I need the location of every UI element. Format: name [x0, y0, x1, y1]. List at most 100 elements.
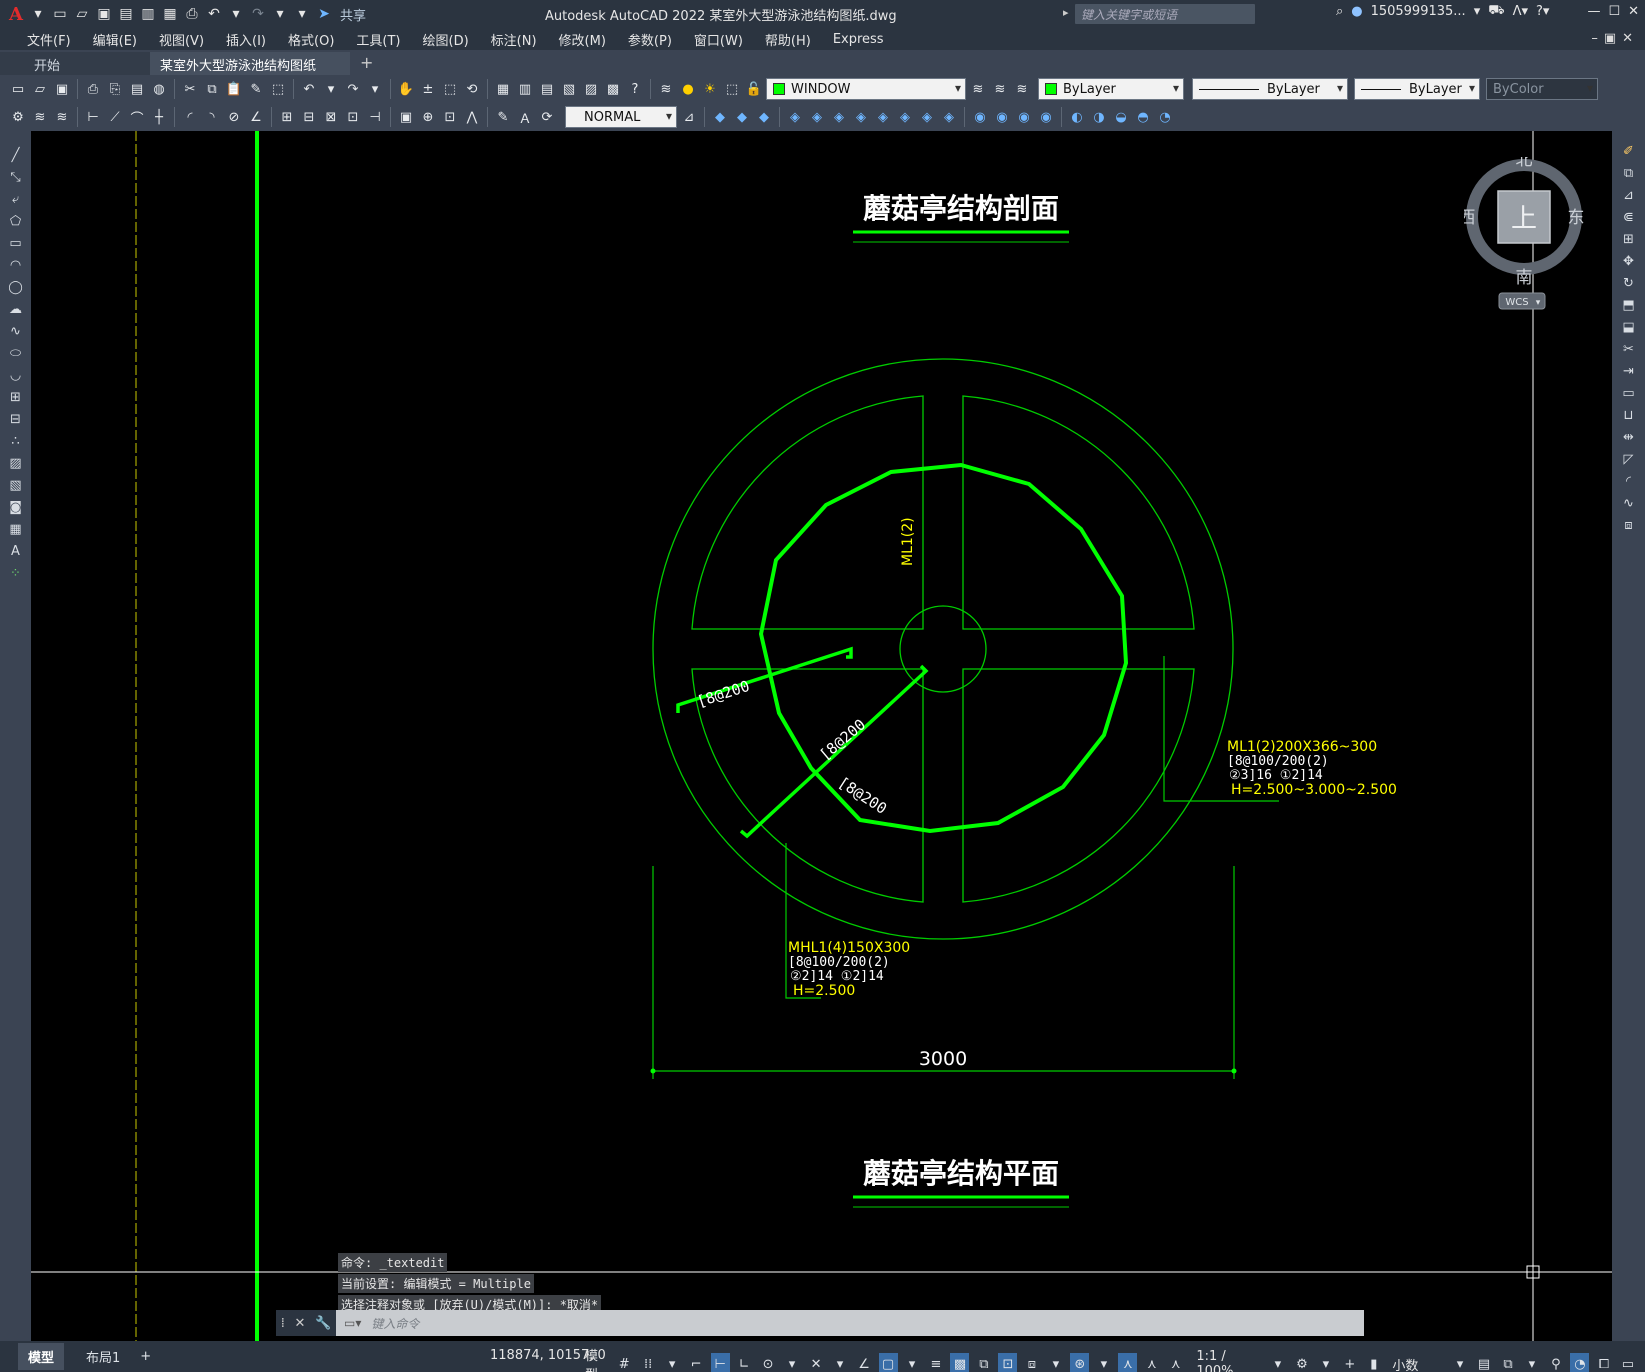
- undo-dropdown-icon[interactable]: ▾: [226, 4, 246, 24]
- publish-icon[interactable]: ▤: [127, 79, 147, 99]
- cart-icon[interactable]: ⛟: [1488, 3, 1504, 20]
- new-tab-icon[interactable]: +: [350, 53, 383, 75]
- menu-view[interactable]: 视图(V): [148, 30, 215, 49]
- add-selected-icon[interactable]: ⁘: [5, 563, 27, 583]
- print-icon[interactable]: ⎙: [182, 4, 202, 24]
- dynamic-ucs-dropdown-icon[interactable]: ▾: [1046, 1353, 1065, 1372]
- minimize-icon[interactable]: —: [1587, 4, 1600, 19]
- color-dropdown[interactable]: ByLayer: [1038, 78, 1184, 100]
- quickcalc-icon[interactable]: ▩: [603, 79, 623, 99]
- trim-icon[interactable]: ✂: [1618, 339, 1640, 359]
- menu-draw[interactable]: 绘图(D): [412, 30, 480, 49]
- revcloud-icon[interactable]: ☁: [5, 299, 27, 319]
- join-icon[interactable]: ◉: [992, 107, 1012, 127]
- arc-icon[interactable]: ◠: [5, 255, 27, 275]
- angular-dim-icon[interactable]: ∠: [246, 107, 266, 127]
- search-input[interactable]: 键入关键字或短语: [1075, 4, 1255, 24]
- arc-length-icon[interactable]: ⌒: [127, 107, 147, 127]
- tolerance-icon[interactable]: ▣: [396, 107, 416, 127]
- continue-dim-icon[interactable]: ⊠: [321, 107, 341, 127]
- aligned-dim-icon[interactable]: ⟋: [105, 107, 125, 127]
- lineweight-icon[interactable]: ≡: [926, 1353, 945, 1372]
- rectangle-icon[interactable]: ▭: [5, 233, 27, 253]
- layer-dropdown[interactable]: WINDOW: [766, 78, 966, 100]
- menu-modify[interactable]: 修改(M): [548, 30, 617, 49]
- block-editor-icon[interactable]: ⬚: [268, 79, 288, 99]
- ordinate-dim-icon[interactable]: ┼: [149, 107, 169, 127]
- move-icon[interactable]: ✥: [1618, 251, 1640, 271]
- share-label[interactable]: 共享: [340, 5, 366, 24]
- workspace-dropdown-icon[interactable]: ▾: [1316, 1353, 1335, 1372]
- copy-object-icon[interactable]: ◆: [732, 107, 752, 127]
- layer-state-icon[interactable]: ≋: [1012, 79, 1032, 99]
- snap-dropdown-icon[interactable]: ▾: [663, 1353, 682, 1372]
- help-icon[interactable]: ?▾: [1536, 4, 1549, 19]
- drawing-canvas[interactable]: 蘑菇亭结构剖面 蘑菇亭结构平面 ML1(2) [8@200 [8@200 [8@…: [31, 131, 1612, 1341]
- command-close-icon[interactable]: ✕: [295, 1316, 306, 1331]
- baseline-dim-icon[interactable]: ⊟: [299, 107, 319, 127]
- lock-ui-icon[interactable]: ⧉: [1498, 1353, 1517, 1372]
- line-icon[interactable]: ╱: [5, 145, 27, 165]
- model-space-label[interactable]: 模型: [585, 1345, 610, 1372]
- layer-thaw-icon[interactable]: ☀: [700, 79, 720, 99]
- quick-properties-icon[interactable]: ▤: [1474, 1353, 1493, 1372]
- user-dropdown-icon[interactable]: ▾: [1474, 4, 1481, 19]
- linetype-dropdown[interactable]: ByLayer: [1192, 78, 1348, 100]
- polar-dropdown-icon[interactable]: ▾: [783, 1353, 802, 1372]
- new-file-icon[interactable]: ▭: [50, 4, 70, 24]
- command-grip-icon[interactable]: ⁞: [281, 1316, 285, 1331]
- menu-tools[interactable]: 工具(T): [345, 30, 411, 49]
- draworder-icon[interactable]: ◑: [1089, 107, 1109, 127]
- lock-ui-dropdown-icon[interactable]: ▾: [1522, 1353, 1541, 1372]
- layer-properties-icon[interactable]: ≋: [656, 79, 676, 99]
- menu-express[interactable]: Express: [822, 32, 895, 47]
- layer-lock-icon[interactable]: 🔓: [744, 79, 764, 99]
- share-icon[interactable]: ➤: [314, 4, 334, 24]
- menu-edit[interactable]: 编辑(E): [82, 30, 148, 49]
- dynamic-ucs-icon[interactable]: ⧈: [1022, 1353, 1041, 1372]
- isodraft-dropdown-icon[interactable]: ▾: [831, 1353, 850, 1372]
- command-recent-icon[interactable]: ▭▾: [344, 1316, 361, 1330]
- units-icon[interactable]: ▮: [1364, 1353, 1383, 1372]
- auto-scale-icon[interactable]: ⋏: [1142, 1353, 1161, 1372]
- search-icon[interactable]: ⌕: [1336, 4, 1343, 19]
- dim-break-icon[interactable]: ⊣: [365, 107, 385, 127]
- array-icon[interactable]: ⊞: [1618, 229, 1640, 249]
- redo-dropdown-icon[interactable]: ▾: [270, 4, 290, 24]
- tab-drawing[interactable]: 某室外大型游泳池结构图纸*✕: [150, 52, 350, 89]
- array-icon[interactable]: ◈: [807, 107, 827, 127]
- gizmo-dropdown-icon[interactable]: ▾: [1094, 1353, 1113, 1372]
- tab-layout1[interactable]: 布局1: [76, 1343, 130, 1370]
- isodraft-icon[interactable]: ✕: [807, 1353, 826, 1372]
- jogged-dim-icon[interactable]: ◝: [202, 107, 222, 127]
- explode-icon[interactable]: ⧈: [1618, 515, 1640, 535]
- zoom-previous-icon[interactable]: ⟲: [462, 79, 482, 99]
- break-at-point-icon[interactable]: ▭: [1618, 383, 1640, 403]
- ellipse-icon[interactable]: ⬭: [5, 343, 27, 363]
- menu-window[interactable]: 窗口(W): [683, 30, 754, 49]
- open-icon[interactable]: ▱: [30, 79, 50, 99]
- object-snap-tracking-icon[interactable]: ∠: [855, 1353, 874, 1372]
- menu-insert[interactable]: 插入(I): [215, 30, 277, 49]
- paste-icon[interactable]: 📋: [224, 79, 244, 99]
- circle-icon[interactable]: ◯: [5, 277, 27, 297]
- redo-icon[interactable]: ↷: [343, 79, 363, 99]
- save-icon[interactable]: ▣: [52, 79, 72, 99]
- table-icon[interactable]: ▦: [5, 519, 27, 539]
- add-layout-icon[interactable]: +: [130, 1345, 161, 1368]
- annotation-scale-value[interactable]: 1:1 / 100%: [1196, 1349, 1263, 1372]
- autocad-logo-icon[interactable]: A: [6, 4, 26, 25]
- command-customize-icon[interactable]: 🔧: [315, 1316, 331, 1331]
- undo-icon[interactable]: ↶: [299, 79, 319, 99]
- user-name[interactable]: 1505999135...: [1371, 4, 1466, 19]
- break-icon[interactable]: ⊔: [1618, 405, 1640, 425]
- quick-dim-icon[interactable]: ⊞: [277, 107, 297, 127]
- move-icon[interactable]: ◈: [829, 107, 849, 127]
- selection-cycling-icon[interactable]: ⧉: [974, 1353, 993, 1372]
- open-file-icon[interactable]: ▱: [72, 4, 92, 24]
- menu-file[interactable]: 文件(F): [16, 30, 82, 49]
- polygon-icon[interactable]: ⬠: [5, 211, 27, 231]
- tab-model[interactable]: 模型: [18, 1343, 65, 1370]
- workspace-switch-icon[interactable]: ⚙: [1292, 1353, 1311, 1372]
- center-mark-icon[interactable]: ⊕: [418, 107, 438, 127]
